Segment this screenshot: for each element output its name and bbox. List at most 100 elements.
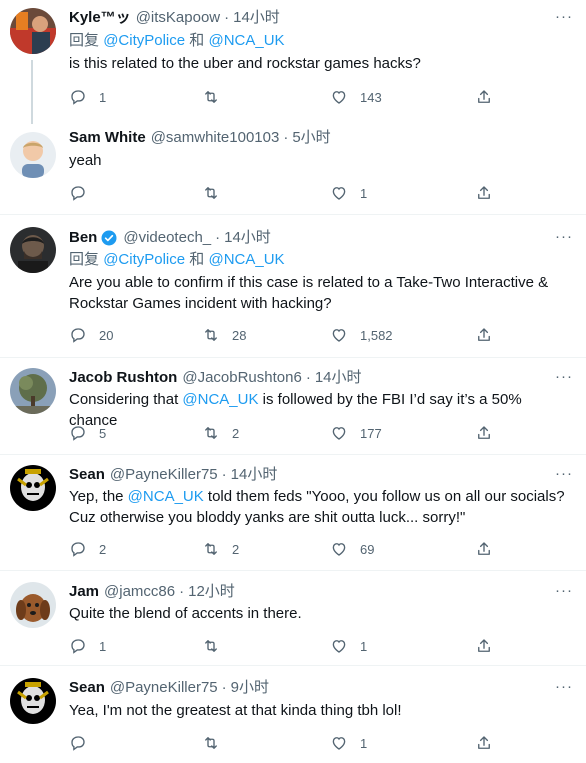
reply-button[interactable]: 20 [69,325,113,345]
more-icon[interactable]: ··· [554,229,574,250]
tweet-text: is this related to the uber and rockstar… [69,55,421,72]
tweet-time[interactable]: 12小时 [188,582,235,602]
author-handle[interactable]: @samwhite100103 [151,128,280,148]
like-count: 177 [360,425,382,441]
more-icon[interactable]: ··· [554,9,574,30]
mention-nca-uk[interactable]: @NCA_UK [128,488,204,505]
author-handle[interactable]: @itsKapoow [136,8,220,28]
retweet-count: 2 [232,425,240,441]
tweet-actions: 1 [69,733,499,753]
reply-button[interactable]: 2 [69,539,106,559]
author-handle[interactable]: @jamcc86 [104,582,175,602]
avatar-sam-white[interactable] [10,132,56,178]
reply-count: 20 [99,327,114,343]
share-icon [478,542,490,555]
mention-citypolice[interactable]: @CityPolice [103,251,185,268]
tweet-time[interactable]: 14小时 [231,465,278,485]
share-button[interactable] [475,636,493,656]
share-icon [478,328,490,341]
more-icon[interactable]: ··· [554,679,574,700]
retweet-button[interactable] [202,636,232,656]
avatar-ben[interactable] [10,227,56,273]
avatar-sean[interactable] [10,678,56,724]
retweet-button[interactable] [202,87,232,107]
like-button[interactable]: 69 [330,539,374,559]
tweet-header: Sean @PayneKiller75 · 9小时 [69,678,269,698]
author-name[interactable]: Sam White [69,128,146,148]
retweet-icon [205,640,217,652]
like-count: 1,582 [360,327,393,343]
tweet-actions: 1 143 [69,87,499,107]
tweet-header: Ben @videotech_ · 14小时 [69,228,271,248]
more-icon[interactable]: ··· [554,583,574,604]
mention-nca-uk[interactable]: @NCA_UK [208,251,284,268]
like-button[interactable]: 1,582 [330,325,393,345]
share-button[interactable] [475,423,493,443]
share-icon [478,736,490,749]
reply-button[interactable] [69,733,99,753]
tweet-time[interactable]: 14小时 [233,8,280,28]
share-button[interactable] [475,325,493,345]
tweet-jacob-rushton[interactable]: Jacob Rushton @JacobRushton6 · 14小时 ··· … [0,358,586,454]
share-button[interactable] [475,733,493,753]
share-icon [478,426,490,439]
avatar-kyle[interactable] [10,8,56,54]
mention-nca-uk[interactable]: @NCA_UK [208,32,284,49]
separator-dot: · [283,129,289,146]
reply-button[interactable]: 5 [69,423,106,443]
tweet-text: Yea, I'm not the greatest at that kinda … [69,702,402,719]
retweet-button[interactable]: 2 [202,423,239,443]
reply-button[interactable]: 1 [69,636,106,656]
reply-to-label: 回复 [69,251,100,268]
reply-button[interactable] [69,183,99,203]
author-name[interactable]: Sean [69,678,105,698]
more-icon[interactable]: ··· [554,466,574,487]
tweet-text: Are you able to confirm if this case is … [69,274,549,312]
tweet-sean[interactable]: Sean @PayneKiller75 · 14小时 ··· Yep, the … [0,455,586,569]
author-name[interactable]: Ben [69,228,97,248]
retweet-button[interactable]: 2 [202,539,239,559]
reply-icon [71,186,85,201]
share-button[interactable] [475,87,493,107]
author-name[interactable]: Jacob Rushton [69,368,177,388]
tweet-text: Quite the blend of accents in there. [69,605,302,622]
mention-nca-uk[interactable]: @NCA_UK [182,391,258,408]
reply-icon [71,639,85,654]
author-handle[interactable]: @videotech_ [123,228,211,248]
replying-to: 回复 @CityPolice 和 @NCA_UK [69,31,285,51]
avatar-jam[interactable] [10,582,56,628]
tweet-sam-white[interactable]: Sam White @samwhite100103 · 5小时 yeah 1 [0,122,586,214]
tweet-ben[interactable]: Ben @videotech_ · 14小时 ··· 回复 @CityPolic… [0,215,586,356]
share-icon [478,90,490,103]
like-button[interactable]: 1 [330,183,367,203]
tweet-time[interactable]: 5小时 [292,128,330,148]
tweet-time[interactable]: 9小时 [231,678,269,698]
reply-icon [71,736,85,751]
share-button[interactable] [475,183,493,203]
like-button[interactable]: 1 [330,733,367,753]
reply-button[interactable]: 1 [69,87,106,107]
mention-citypolice[interactable]: @CityPolice [103,32,185,49]
author-name[interactable]: Kyle™ッ [69,8,131,28]
share-button[interactable] [475,539,493,559]
retweet-button[interactable] [202,183,232,203]
tweet-time[interactable]: 14小时 [315,368,362,388]
retweet-button[interactable] [202,733,232,753]
author-handle[interactable]: @PayneKiller75 [110,678,218,698]
tweet-kyle[interactable]: Kyle™ッ @itsKapoow · 14小时 ··· 回复 @CityPol… [0,0,586,122]
tweet-jam[interactable]: Jam @jamcc86 · 12小时 ··· Quite the blend … [0,571,586,664]
author-name[interactable]: Jam [69,582,99,602]
avatar-jam-image [10,582,56,628]
more-icon[interactable]: ··· [554,369,574,390]
avatar-jacob-rushton[interactable] [10,368,56,414]
tweet-sean-2[interactable]: Sean @PayneKiller75 · 9小时 ··· Yea, I'm n… [0,666,586,763]
retweet-button[interactable]: 28 [202,325,246,345]
like-button[interactable]: 177 [330,423,382,443]
tweet-time[interactable]: 14小时 [224,228,271,248]
author-name[interactable]: Sean [69,465,105,485]
like-button[interactable]: 143 [330,87,382,107]
avatar-sean[interactable] [10,465,56,511]
author-handle[interactable]: @PayneKiller75 [110,465,218,485]
author-handle[interactable]: @JacobRushton6 [182,368,301,388]
like-button[interactable]: 1 [330,636,367,656]
